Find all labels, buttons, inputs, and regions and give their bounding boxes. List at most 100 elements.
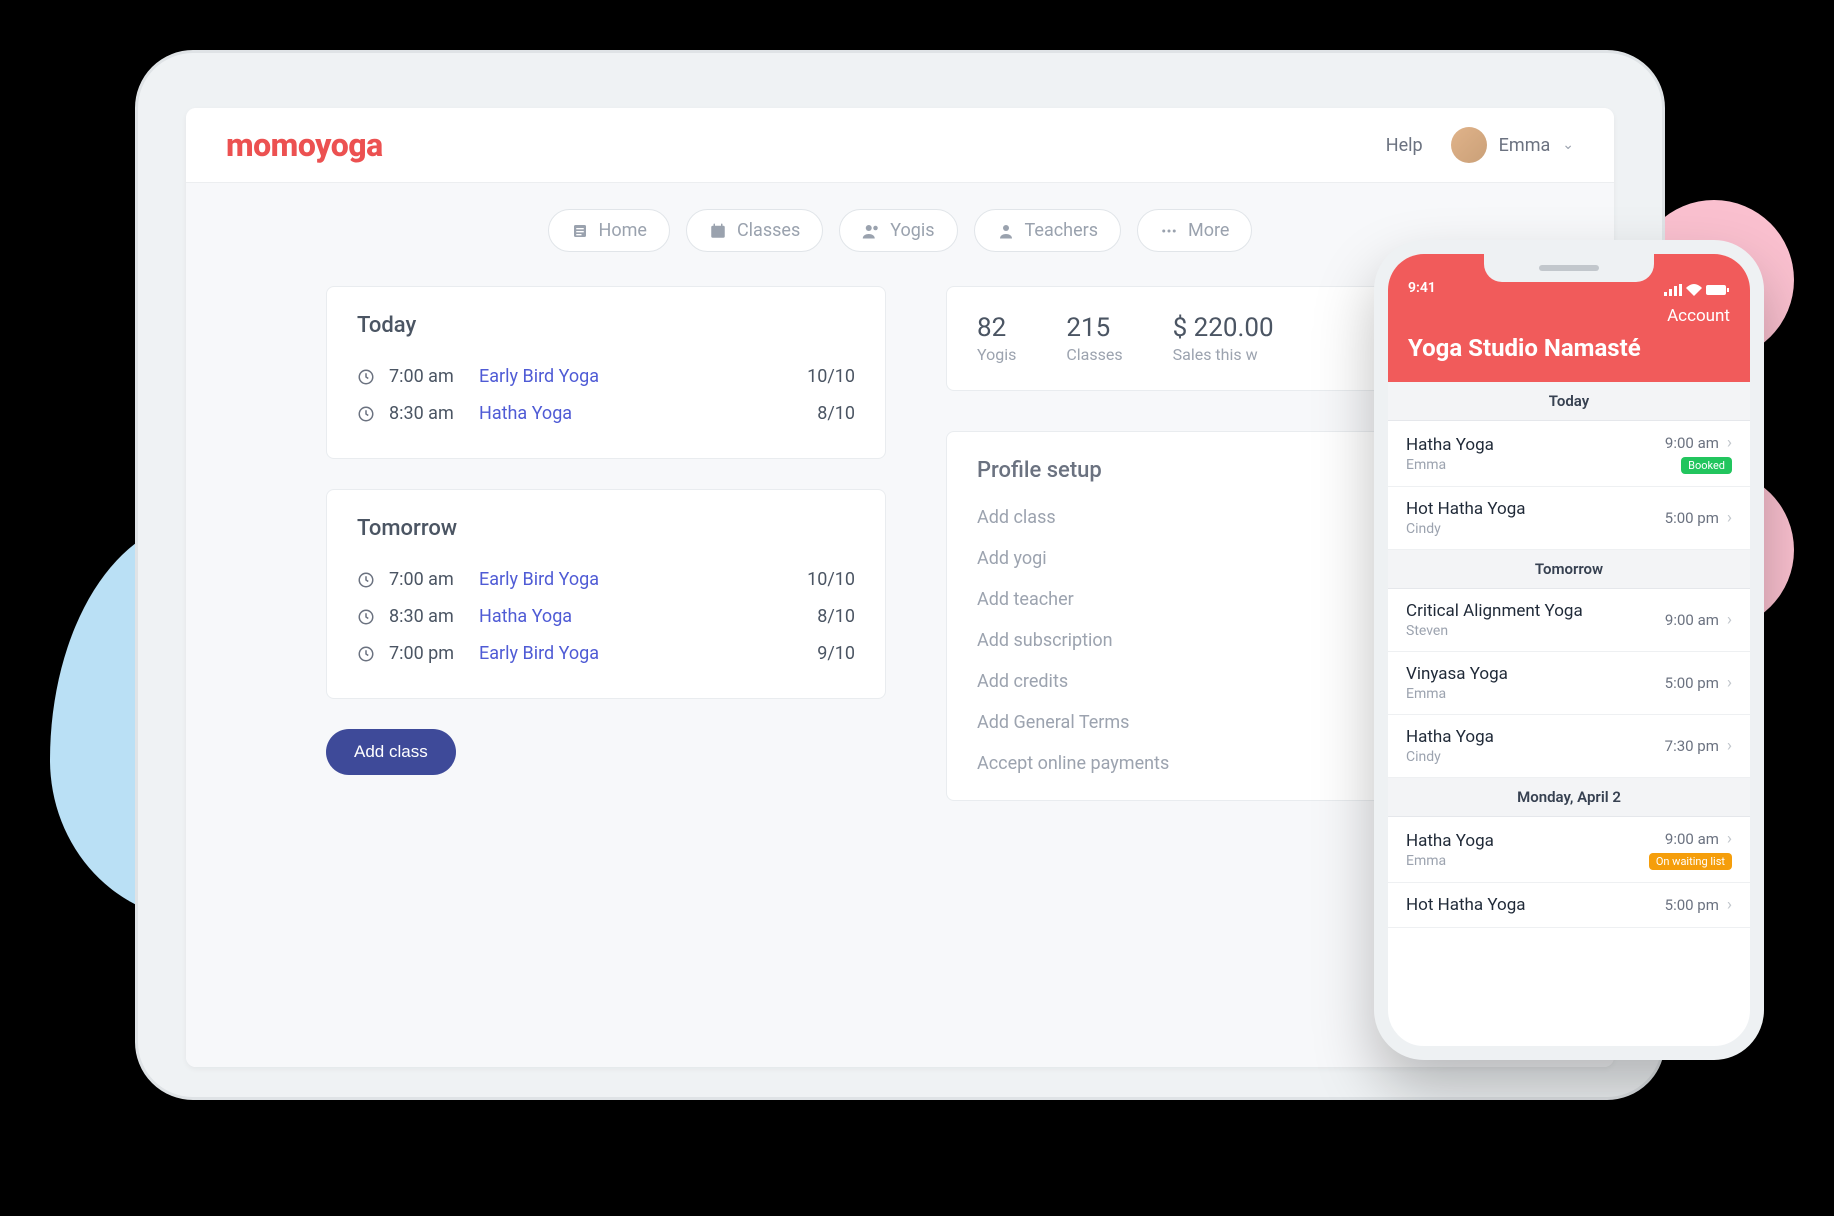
logo: momoyoga xyxy=(226,126,383,164)
phone-section-header: Monday, April 2 xyxy=(1388,778,1750,817)
clock-icon xyxy=(357,405,375,423)
nav-home[interactable]: Home xyxy=(548,209,670,252)
chevron-right-icon: › xyxy=(1727,610,1732,630)
class-capacity: 8/10 xyxy=(817,606,855,627)
clock-icon xyxy=(357,368,375,386)
chevron-right-icon: › xyxy=(1727,673,1732,693)
phone-section-header: Tomorrow xyxy=(1388,550,1750,589)
phone-class-time: 7:30 pm xyxy=(1665,737,1719,755)
phone-class-teacher: Emma xyxy=(1406,686,1665,702)
help-link[interactable]: Help xyxy=(1386,135,1423,156)
phone-status-icons xyxy=(1664,284,1730,296)
phone-class-row[interactable]: Hot Hatha Yoga Cindy5:00 pm › xyxy=(1388,487,1750,550)
stat-number: 215 xyxy=(1066,313,1122,343)
phone-class-teacher: Cindy xyxy=(1406,749,1665,765)
chevron-right-icon: › xyxy=(1727,829,1732,849)
chevron-right-icon: › xyxy=(1727,895,1732,915)
phone-class-title: Hatha Yoga xyxy=(1406,727,1665,747)
phone-class-row[interactable]: Vinyasa YogaEmma5:00 pm› xyxy=(1388,652,1750,715)
user-icon xyxy=(997,222,1015,240)
phone-class-title: Critical Alignment Yoga xyxy=(1406,601,1665,621)
more-icon xyxy=(1160,222,1178,240)
phone-class-teacher: Cindy xyxy=(1406,521,1665,537)
signal-icon xyxy=(1664,284,1682,296)
users-icon xyxy=(862,222,880,240)
phone-class-row[interactable]: Critical Alignment YogaSteven9:00 am› xyxy=(1388,589,1750,652)
class-capacity: 8/10 xyxy=(817,403,855,424)
phone-class-time: 9:00 am xyxy=(1665,830,1719,848)
phone-frame: 9:41 Account Yoga Studio Namasté Today Ha… xyxy=(1374,240,1764,1060)
battery-icon xyxy=(1706,284,1730,296)
stat-number: $ 220.00 xyxy=(1173,313,1274,343)
class-row[interactable]: 7:00 pm Early Bird Yoga 9/10 xyxy=(357,635,855,672)
chevron-right-icon: › xyxy=(1727,736,1732,756)
class-capacity: 9/10 xyxy=(817,643,855,664)
home-icon xyxy=(571,222,589,240)
phone-notch xyxy=(1484,254,1654,282)
stat-label: Sales this w xyxy=(1173,345,1274,364)
phone-class-title: Hot Hatha Yoga xyxy=(1406,499,1665,519)
tomorrow-card: Tomorrow 7:00 am Early Bird Yoga 10/10 8:30… xyxy=(326,489,886,699)
phone-class-time: 9:00 am xyxy=(1665,611,1719,629)
avatar xyxy=(1451,127,1487,163)
class-time: 7:00 am xyxy=(389,569,465,590)
class-name: Hatha Yoga xyxy=(479,403,803,424)
phone-class-row[interactable]: Hot Hatha Yoga5:00 pm› xyxy=(1388,883,1750,928)
phone-class-row[interactable]: Hatha Yoga Emma 9:00 am › On waiting list xyxy=(1388,817,1750,883)
clock-icon xyxy=(357,608,375,626)
phone-class-title: Hot Hatha Yoga xyxy=(1406,895,1665,915)
phone-class-time: 5:00 pm xyxy=(1665,674,1719,692)
main-nav: Home Classes Yogis Teachers More xyxy=(226,209,1574,252)
chevron-right-icon: › xyxy=(1727,508,1732,528)
class-name: Early Bird Yoga xyxy=(479,643,803,664)
class-capacity: 10/10 xyxy=(807,366,855,387)
class-row[interactable]: 7:00 am Early Bird Yoga 10/10 xyxy=(357,358,855,395)
stat-block: 215 Classes xyxy=(1066,313,1122,364)
status-badge: On waiting list xyxy=(1649,853,1732,870)
class-time: 7:00 pm xyxy=(389,643,465,664)
phone-status-time: 9:41 xyxy=(1408,280,1436,296)
class-row[interactable]: 8:30 am Hatha Yoga 8/10 xyxy=(357,598,855,635)
class-capacity: 10/10 xyxy=(807,569,855,590)
phone-class-time: 5:00 pm xyxy=(1665,509,1719,527)
stat-block: 82 Yogis xyxy=(977,313,1016,364)
nav-more[interactable]: More xyxy=(1137,209,1252,252)
class-name: Early Bird Yoga xyxy=(479,569,793,590)
class-row[interactable]: 8:30 am Hatha Yoga 8/10 xyxy=(357,395,855,432)
phone-class-time: 9:00 am xyxy=(1665,434,1719,452)
class-name: Early Bird Yoga xyxy=(479,366,793,387)
stat-label: Yogis xyxy=(977,345,1016,364)
stat-number: 82 xyxy=(977,313,1016,343)
calendar-icon xyxy=(709,222,727,240)
phone-section-header: Today xyxy=(1388,382,1750,421)
phone-class-title: Hatha Yoga xyxy=(1406,435,1665,455)
clock-icon xyxy=(357,571,375,589)
add-class-button[interactable]: Add class xyxy=(326,729,456,775)
nav-yogis[interactable]: Yogis xyxy=(839,209,957,252)
phone-studio-name: Yoga Studio Namasté xyxy=(1408,334,1730,362)
stat-block: $ 220.00 Sales this w xyxy=(1173,313,1274,364)
stat-label: Classes xyxy=(1066,345,1122,364)
nav-teachers[interactable]: Teachers xyxy=(974,209,1121,252)
phone-class-teacher: Emma xyxy=(1406,457,1665,473)
class-time: 8:30 am xyxy=(389,403,465,424)
phone-class-row[interactable]: Hatha Yoga Cindy7:30 pm › xyxy=(1388,715,1750,778)
clock-icon xyxy=(357,645,375,663)
tomorrow-title: Tomorrow xyxy=(357,516,855,541)
phone-account-link[interactable]: Account xyxy=(1408,306,1730,326)
class-time: 7:00 am xyxy=(389,366,465,387)
user-menu[interactable]: Emma ⌄ xyxy=(1451,127,1574,163)
phone-class-teacher: Emma xyxy=(1406,853,1649,869)
nav-classes[interactable]: Classes xyxy=(686,209,823,252)
class-time: 8:30 am xyxy=(389,606,465,627)
today-card: Today 7:00 am Early Bird Yoga 10/10 8:30 am… xyxy=(326,286,886,459)
wifi-icon xyxy=(1686,284,1702,296)
username: Emma xyxy=(1499,135,1551,156)
class-name: Hatha Yoga xyxy=(479,606,803,627)
phone-class-row[interactable]: Hatha YogaEmma9:00 am›Booked xyxy=(1388,421,1750,487)
status-badge: Booked xyxy=(1681,457,1732,474)
phone-class-title: Hatha Yoga xyxy=(1406,831,1649,851)
today-title: Today xyxy=(357,313,855,338)
top-bar: momoyoga Help Emma ⌄ xyxy=(186,108,1614,183)
class-row[interactable]: 7:00 am Early Bird Yoga 10/10 xyxy=(357,561,855,598)
